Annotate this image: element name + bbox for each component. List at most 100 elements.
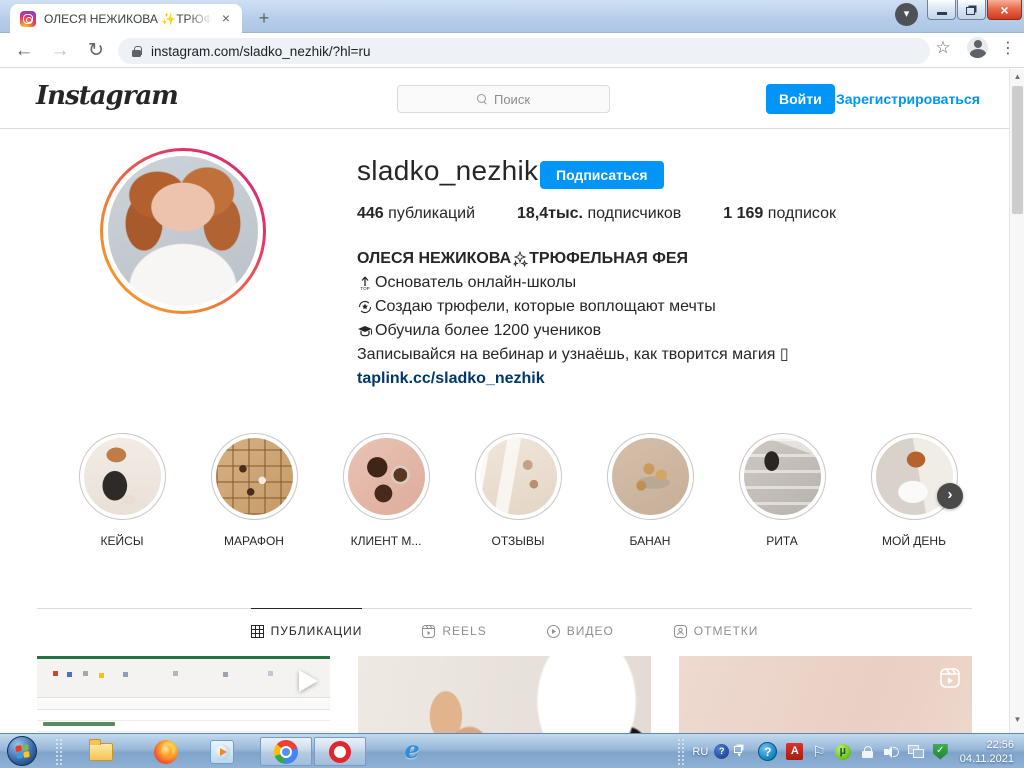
address-bar[interactable]: instagram.com/sladko_nezhik/?hl=ru — [118, 38, 930, 64]
tab-tagged[interactable]: ОТМЕТКИ — [674, 608, 759, 653]
instagram-header: Instagram Поиск Войти Зарегистрироваться — [0, 69, 1009, 129]
highlight-banan[interactable]: БАНАН — [584, 433, 716, 548]
search-icon — [477, 94, 488, 105]
highlights-row: КЕЙСЫ МАРАФОН КЛИЕНТ М... ОТЗЫВЫ БАНАН Р… — [56, 433, 980, 548]
browser-menu-icon[interactable]: ⋮ — [998, 38, 1018, 58]
bio-link[interactable]: taplink.cc/sladko_nezhik — [357, 367, 545, 391]
highlight-label: КЕЙСЫ — [101, 534, 144, 548]
profile-tabs: ПУБЛИКАЦИИ REELS ВИДЕО ОТМЕТКИ — [37, 608, 972, 653]
taskbar-explorer[interactable] — [85, 737, 117, 766]
utorrent-tray-icon[interactable]: µ — [835, 744, 851, 760]
start-button[interactable] — [7, 736, 37, 766]
highlight-image — [84, 438, 161, 515]
scroll-up-arrow[interactable]: ▲ — [1010, 69, 1024, 84]
stat-followers[interactable]: 18,4тыс. подписчиков — [517, 205, 681, 223]
stat-posts[interactable]: 446 публикаций — [357, 205, 475, 223]
window-controls: × — [926, 0, 1022, 20]
browser-titlebar: ОЛЕСЯ НЕЖИКОВА ✨ТРЮФЕЛЬ × + ▾ × — [0, 0, 1024, 33]
highlight-ring — [343, 433, 430, 520]
browser-tab[interactable]: ОЛЕСЯ НЕЖИКОВА ✨ТРЮФЕЛЬ × — [10, 4, 242, 33]
stat-following[interactable]: 1 169 подписок — [723, 205, 836, 223]
signup-link[interactable]: Зарегистрироваться — [836, 91, 980, 107]
login-button[interactable]: Войти — [766, 84, 835, 114]
scroll-down-arrow[interactable]: ▼ — [1010, 712, 1024, 727]
system-tray: RU ? ▾ ? A ⚐ µ ✓ 22:56 04.11.2021 — [677, 734, 1024, 768]
bookmark-star-icon[interactable]: ☆ — [929, 38, 957, 58]
taskbar-chrome[interactable] — [260, 737, 312, 766]
bio-line: TOP Основатель онлайн-школы — [357, 271, 937, 295]
highlight-label: РИТА — [766, 534, 798, 548]
profile-avatar[interactable] — [108, 156, 258, 306]
volume-tray-icon[interactable] — [884, 746, 898, 758]
post-photo-hands[interactable] — [358, 656, 651, 733]
follow-button[interactable]: Подписаться — [540, 161, 664, 189]
taskbar-ie[interactable]: e — [394, 737, 430, 766]
taskbar-opera[interactable] — [314, 737, 366, 766]
stat-followers-label: подписчиков — [587, 205, 681, 222]
internet-explorer-icon: e — [404, 735, 419, 764]
search-input[interactable]: Поиск — [397, 85, 610, 113]
tab-label: ПУБЛИКАЦИИ — [271, 624, 363, 638]
lock-icon[interactable] — [132, 46, 141, 57]
posts-grid — [37, 656, 972, 733]
highlight-ring — [211, 433, 298, 520]
taskbar-clock[interactable]: 22:56 04.11.2021 — [960, 738, 1014, 766]
folder-icon — [89, 743, 113, 761]
browser-profile-chevron-button[interactable]: ▾ — [895, 3, 918, 26]
highlight-klient[interactable]: КЛИЕНТ М... — [320, 433, 452, 548]
new-tab-button[interactable]: + — [252, 7, 276, 31]
url-text: instagram.com/sladko_nezhik/?hl=ru — [151, 44, 371, 59]
highlight-image — [480, 438, 557, 515]
highlight-rita[interactable]: РИТА — [716, 433, 848, 548]
tab-publications[interactable]: ПУБЛИКАЦИИ — [251, 608, 363, 653]
highlights-next-button[interactable]: › — [937, 483, 963, 509]
minimize-button[interactable] — [927, 0, 956, 20]
scrollbar[interactable]: ▲ ▼ — [1009, 69, 1024, 733]
bio-line-text: Обучила более 1200 учеников — [375, 319, 601, 343]
highlight-label: БАНАН — [630, 534, 671, 548]
reels-icon — [422, 625, 435, 638]
tab-video[interactable]: ВИДЕО — [547, 608, 614, 653]
post-video-spreadsheet[interactable] — [37, 656, 330, 733]
action-center-flag-icon[interactable]: ⚐ — [812, 743, 825, 761]
scrollbar-thumb[interactable] — [1012, 86, 1023, 214]
language-help-icon[interactable]: ? — [714, 744, 729, 759]
grid-icon — [251, 625, 264, 638]
taskbar-media-player[interactable] — [206, 737, 238, 766]
taskbar-firefox[interactable] — [150, 737, 182, 766]
stat-posts-label: публикаций — [388, 205, 475, 222]
network-tray-icon[interactable] — [908, 745, 924, 758]
svg-text:TOP: TOP — [360, 286, 369, 291]
firefox-icon — [154, 740, 178, 764]
highlight-image — [348, 438, 425, 515]
bio-title: ОЛЕСЯ НЕЖИКОВА ТРЮФЕЛЬНАЯ ФЕЯ — [357, 247, 937, 271]
instagram-logo[interactable]: Instagram — [36, 81, 178, 111]
modem-tray-icon[interactable] — [860, 746, 875, 758]
highlight-image — [744, 438, 821, 515]
bio-line: Записывайся на вебинар и узнаёшь, как тв… — [357, 343, 937, 367]
highlight-label: КЛИЕНТ М... — [351, 534, 422, 548]
close-button[interactable]: × — [987, 0, 1022, 20]
security-shield-icon[interactable]: ✓ — [933, 744, 948, 760]
browser-avatar-icon[interactable] — [967, 37, 988, 58]
tab-label: ВИДЕО — [567, 624, 614, 638]
acrobat-tray-icon[interactable]: A — [786, 743, 803, 760]
language-indicator[interactable]: RU — [692, 746, 708, 758]
help-tray-icon[interactable]: ? — [758, 742, 777, 761]
bio-title-role: ТРЮФЕЛЬНАЯ ФЕЯ — [529, 247, 688, 271]
reload-button[interactable]: ↻ — [82, 37, 110, 65]
highlight-otzyvy[interactable]: ОТЗЫВЫ — [452, 433, 584, 548]
clock-time: 22:56 — [960, 738, 1014, 752]
show-hidden-icons-button[interactable]: ▾ — [734, 744, 744, 759]
bio-line-text: Записывайся на вебинар и узнаёшь, как тв… — [357, 343, 789, 367]
story-ring[interactable] — [100, 148, 266, 314]
post-reel-rose[interactable] — [679, 656, 972, 733]
highlight-ring — [79, 433, 166, 520]
highlight-marafon[interactable]: МАРАФОН — [188, 433, 320, 548]
browser-toolbar: ← → ↻ instagram.com/sladko_nezhik/?hl=ru… — [0, 34, 1024, 68]
tab-close-icon[interactable]: × — [218, 11, 234, 27]
back-button[interactable]: ← — [10, 37, 38, 65]
restore-button[interactable] — [957, 0, 986, 20]
tab-reels[interactable]: REELS — [422, 608, 486, 653]
highlight-keysy[interactable]: КЕЙСЫ — [56, 433, 188, 548]
